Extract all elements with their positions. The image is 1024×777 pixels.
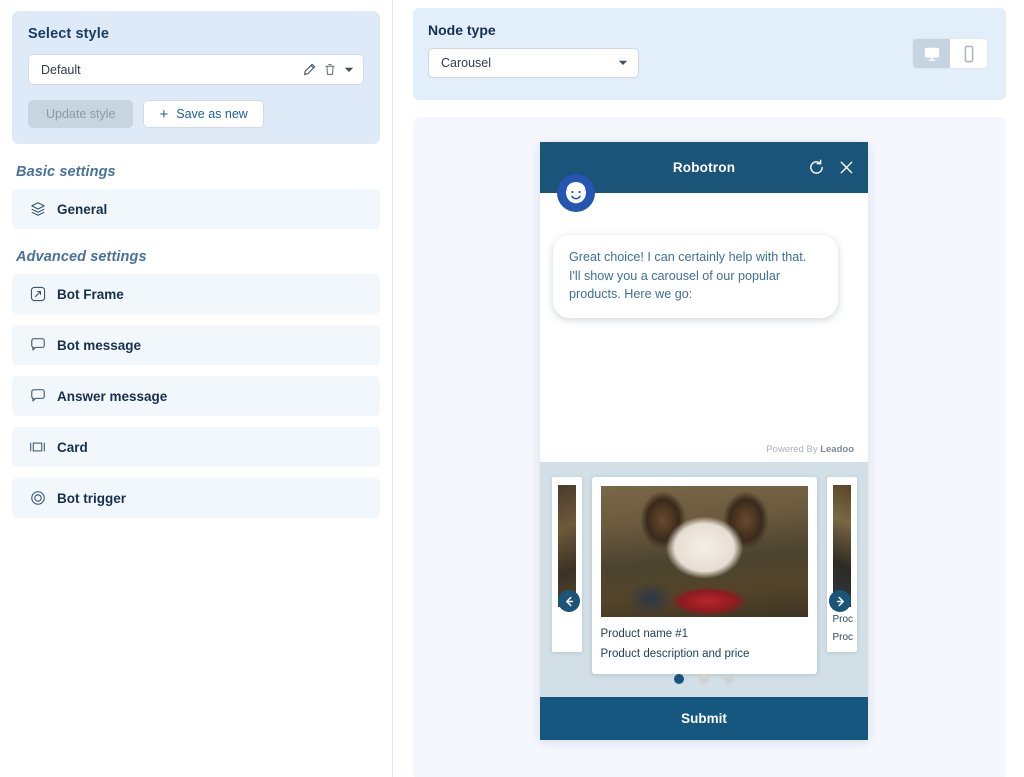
style-select-value: Default <box>41 62 81 77</box>
trash-icon[interactable] <box>324 63 336 76</box>
node-type-label: Node type <box>428 22 496 38</box>
bot-message-bubble: Great choice! I can certainly help with … <box>553 235 838 318</box>
preview-canvas: Robotron Great choice! I can certainly h… <box>413 117 1006 777</box>
widget-title: Robotron <box>672 160 736 175</box>
refresh-icon[interactable] <box>808 159 825 176</box>
speech-bubble-icon <box>29 337 46 354</box>
carousel-peek-card-right[interactable]: Proc Proc <box>826 477 857 652</box>
sidebar-item-label: Bot Frame <box>57 286 124 302</box>
carousel-peek-card-left[interactable] <box>551 477 582 652</box>
select-style-card: Select style Default Update style + Save… <box>12 11 380 144</box>
carousel-dot[interactable] <box>674 674 684 684</box>
chevron-down-icon[interactable] <box>344 66 354 74</box>
desktop-icon[interactable] <box>913 39 950 68</box>
frame-resize-icon <box>29 286 46 303</box>
node-type-panel: Node type Carousel <box>413 8 1006 100</box>
section-heading-basic: Basic settings <box>16 164 116 180</box>
card-icon <box>29 439 46 456</box>
mobile-icon[interactable] <box>950 39 987 68</box>
sidebar-item-bot-trigger[interactable]: Bot trigger <box>12 478 380 518</box>
product-image <box>600 486 808 617</box>
preview-pane: Node type Carousel Robotron Great choice… <box>393 0 1024 777</box>
sidebar-item-bot-message[interactable]: Bot message <box>12 325 380 365</box>
sidebar-item-label: Bot message <box>57 337 142 353</box>
powered-brand: Leadoo <box>820 444 854 455</box>
powered-prefix: Powered By <box>766 444 821 455</box>
sidebar-item-bot-frame[interactable]: Bot Frame <box>12 274 380 314</box>
product-carousel: Product name #1 Product description and … <box>540 462 868 697</box>
carousel-card[interactable]: Product name #1 Product description and … <box>591 477 817 674</box>
product-name: Product name #1 <box>600 628 689 640</box>
layers-icon <box>29 201 46 218</box>
submit-button[interactable]: Submit <box>540 697 868 740</box>
save-as-new-label: Save as new <box>176 107 248 121</box>
carousel-dot[interactable] <box>699 674 709 684</box>
node-type-select[interactable]: Carousel <box>428 48 639 78</box>
update-style-button[interactable]: Update style <box>28 100 134 128</box>
target-circle-icon <box>29 490 46 507</box>
sidebar-item-general[interactable]: General <box>12 189 380 229</box>
arrow-left-icon[interactable] <box>558 590 580 612</box>
sidebar-item-label: Card <box>57 439 88 455</box>
chat-widget: Robotron Great choice! I can certainly h… <box>540 142 868 740</box>
device-toggle <box>912 38 988 69</box>
bot-avatar-icon <box>557 174 595 212</box>
close-icon[interactable] <box>839 160 854 175</box>
save-as-new-button[interactable]: + Save as new <box>143 100 264 128</box>
settings-sidebar: Select style Default Update style + Save… <box>0 0 393 777</box>
sidebar-item-label: Answer message <box>57 388 168 404</box>
chat-body: Great choice! I can certainly help with … <box>540 193 868 462</box>
plus-icon: + <box>159 105 169 123</box>
arrow-right-icon[interactable] <box>829 590 851 612</box>
sidebar-item-label: Bot trigger <box>57 490 126 506</box>
product-description: Product description and price <box>600 648 750 660</box>
powered-by-label: Powered By Leadoo <box>766 444 854 455</box>
peek-image-right <box>832 485 851 607</box>
chevron-down-icon[interactable] <box>618 59 628 67</box>
pencil-icon[interactable] <box>302 63 316 77</box>
section-heading-advanced: Advanced settings <box>16 249 147 265</box>
speech-bubble-icon <box>29 388 46 405</box>
sidebar-item-label: General <box>57 201 108 217</box>
carousel-dot[interactable] <box>724 674 734 684</box>
peek-desc-right: Proc <box>832 632 854 643</box>
carousel-dots <box>540 674 868 684</box>
bot-message-text: Great choice! I can certainly help with … <box>569 250 807 301</box>
style-select[interactable]: Default <box>28 54 364 85</box>
app-root: Select style Default Update style + Save… <box>0 0 1024 777</box>
peek-name-right: Proc <box>832 614 854 625</box>
select-style-title: Select style <box>28 26 109 42</box>
node-type-value: Carousel <box>441 56 492 70</box>
submit-label: Submit <box>681 711 727 726</box>
carousel-track: Product name #1 Product description and … <box>551 477 857 674</box>
sidebar-item-answer-message[interactable]: Answer message <box>12 376 380 416</box>
peek-image-left <box>557 485 576 607</box>
sidebar-item-card[interactable]: Card <box>12 427 380 467</box>
